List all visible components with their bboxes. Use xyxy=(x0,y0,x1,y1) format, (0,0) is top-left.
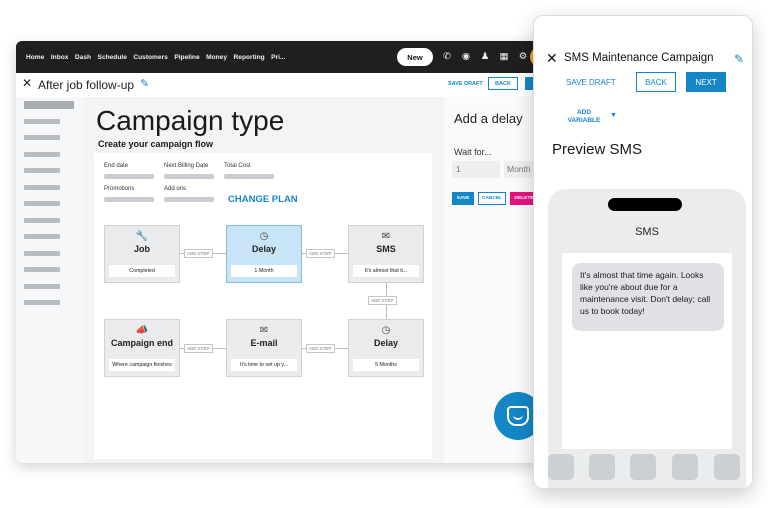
add-ons-value xyxy=(164,197,214,202)
sidebar-item[interactable] xyxy=(24,218,60,223)
flow-node-email[interactable]: ✉ E-mail It's time to set up y... xyxy=(226,319,302,377)
next-billing-label: Next Billing Date xyxy=(164,163,209,169)
flow-node-sms[interactable]: ✉ SMS It's almost that ti... xyxy=(348,225,424,283)
campaign-title: After job follow-up xyxy=(38,78,135,92)
chat-bubble-icon xyxy=(507,406,529,426)
add-step-button[interactable]: ADD STEP xyxy=(306,344,335,353)
campaign-header: ✕ After job follow-up ✎ SAVE DRAFT BACK xyxy=(16,73,576,97)
edit-pencil-icon[interactable]: ✎ xyxy=(734,52,744,66)
campaign-canvas: Campaign type Create your campaign flow … xyxy=(92,97,434,463)
sidebar-item[interactable] xyxy=(24,284,60,289)
change-plan-link[interactable]: CHANGE PLAN xyxy=(228,194,298,205)
save-draft-button[interactable]: SAVE DRAFT xyxy=(566,78,616,87)
top-navigation: Home Inbox Dash Schedule Customers Pipel… xyxy=(16,41,576,73)
phone-icon[interactable]: ✆ xyxy=(442,50,452,64)
sidebar-item[interactable] xyxy=(24,101,74,109)
back-button[interactable]: BACK xyxy=(488,77,518,90)
total-cost-label: Total Cost xyxy=(224,163,251,169)
sms-panel-title: SMS Maintenance Campaign xyxy=(564,52,714,64)
phone-preview: SMS It's almost that time again. Looks l… xyxy=(548,189,746,488)
campaign-editor-window: Home Inbox Dash Schedule Customers Pipel… xyxy=(16,41,576,463)
next-billing-value xyxy=(164,174,214,179)
nav-schedule[interactable]: Schedule xyxy=(98,54,127,61)
wait-for-label: Wait for... xyxy=(454,147,492,157)
sidebar-item[interactable] xyxy=(24,152,60,157)
total-cost-value xyxy=(224,174,274,179)
add-step-button[interactable]: ADD STEP xyxy=(368,296,397,305)
sidebar-item[interactable] xyxy=(24,201,60,206)
nav-pricebook[interactable]: Pri... xyxy=(271,54,285,61)
sms-icon: ✉ xyxy=(381,231,391,242)
delay-amount-input[interactable]: 1 xyxy=(452,161,500,178)
dock-app-icon xyxy=(548,454,574,480)
sidebar-item[interactable] xyxy=(24,300,60,305)
sidebar-item[interactable] xyxy=(24,168,60,173)
cancel-button[interactable]: CANCEL xyxy=(478,192,506,205)
back-button[interactable]: BACK xyxy=(636,72,676,92)
nav-dash[interactable]: Dash xyxy=(75,54,91,61)
next-button[interactable]: NEXT xyxy=(686,72,726,92)
close-icon[interactable]: ✕ xyxy=(546,50,558,67)
nav-icon-group: ✆ ◉ ♟ ▦ ⚙ xyxy=(442,50,528,64)
dock-app-icon xyxy=(714,454,740,480)
sidebar-item[interactable] xyxy=(24,267,60,272)
end-date-value xyxy=(104,174,154,179)
delay-panel-title: Add a delay xyxy=(454,111,523,126)
person-icon[interactable]: ♟ xyxy=(480,50,490,64)
save-draft-button[interactable]: SAVE DRAFT xyxy=(448,81,483,87)
left-sidebar xyxy=(16,97,84,463)
add-variable-button[interactable]: ADD VARIABLE xyxy=(564,109,604,125)
add-step-button[interactable]: ADD STEP xyxy=(184,249,213,258)
sms-contact-name: SMS xyxy=(635,226,659,238)
sidebar-item[interactable] xyxy=(24,234,60,239)
flow-node-delay-2[interactable]: ◷ Delay 5 Months xyxy=(348,319,424,377)
promotions-label: Promotions xyxy=(104,186,135,192)
gear-icon[interactable]: ⚙ xyxy=(518,50,528,64)
flow-node-delay[interactable]: ◷ Delay 1 Month xyxy=(226,225,302,283)
nav-reporting[interactable]: Reporting xyxy=(234,54,265,61)
flow-node-campaign-end[interactable]: 📣 Campaign end Where campaign finishes xyxy=(104,319,180,377)
save-button[interactable]: SAVE xyxy=(452,192,474,205)
sidebar-item[interactable] xyxy=(24,135,60,140)
sidebar-item[interactable] xyxy=(24,251,60,256)
page-subtitle: Create your campaign flow xyxy=(98,139,214,149)
page-title: Campaign type xyxy=(96,105,285,136)
nav-inbox[interactable]: Inbox xyxy=(51,54,69,61)
add-step-button[interactable]: ADD STEP xyxy=(184,344,213,353)
nav-home[interactable]: Home xyxy=(26,54,44,61)
sidebar-item[interactable] xyxy=(24,119,60,124)
add-step-button[interactable]: ADD STEP xyxy=(306,249,335,258)
caret-down-icon[interactable]: ▼ xyxy=(610,112,617,119)
nav-customers[interactable]: Customers xyxy=(133,54,167,61)
nav-pipeline[interactable]: Pipeline xyxy=(174,54,199,61)
clock-icon: ◷ xyxy=(259,231,269,242)
end-date-label: End date xyxy=(104,163,129,169)
new-button[interactable]: New xyxy=(397,48,433,66)
add-ons-label: Add ons xyxy=(164,186,187,192)
chat-icon[interactable]: ◉ xyxy=(461,50,471,64)
promotions-value xyxy=(104,197,154,202)
preview-sms-title: Preview SMS xyxy=(552,141,643,158)
dock-app-icon xyxy=(630,454,656,480)
dock-app-icon xyxy=(672,454,698,480)
flow-node-job[interactable]: 🔧 Job Completed xyxy=(104,225,180,283)
dock-app-icon xyxy=(589,454,615,480)
sms-message-bubble: It's almost that time again. Looks like … xyxy=(572,263,724,331)
clock-icon: ◷ xyxy=(381,325,391,336)
nav-money[interactable]: Money xyxy=(206,54,227,61)
envelope-icon: ✉ xyxy=(259,325,269,336)
sidebar-item[interactable] xyxy=(24,185,60,190)
close-icon[interactable]: ✕ xyxy=(22,76,32,90)
wrench-icon: 🔧 xyxy=(135,231,149,242)
edit-pencil-icon[interactable]: ✎ xyxy=(140,77,149,90)
flow-area: End date Next Billing Date Total Cost Pr… xyxy=(94,153,432,459)
megaphone-icon: 📣 xyxy=(135,325,149,336)
phone-notch xyxy=(608,198,682,211)
sms-campaign-panel: ✕ SMS Maintenance Campaign ✎ SAVE DRAFT … xyxy=(533,15,753,489)
apps-grid-icon[interactable]: ▦ xyxy=(499,50,509,64)
